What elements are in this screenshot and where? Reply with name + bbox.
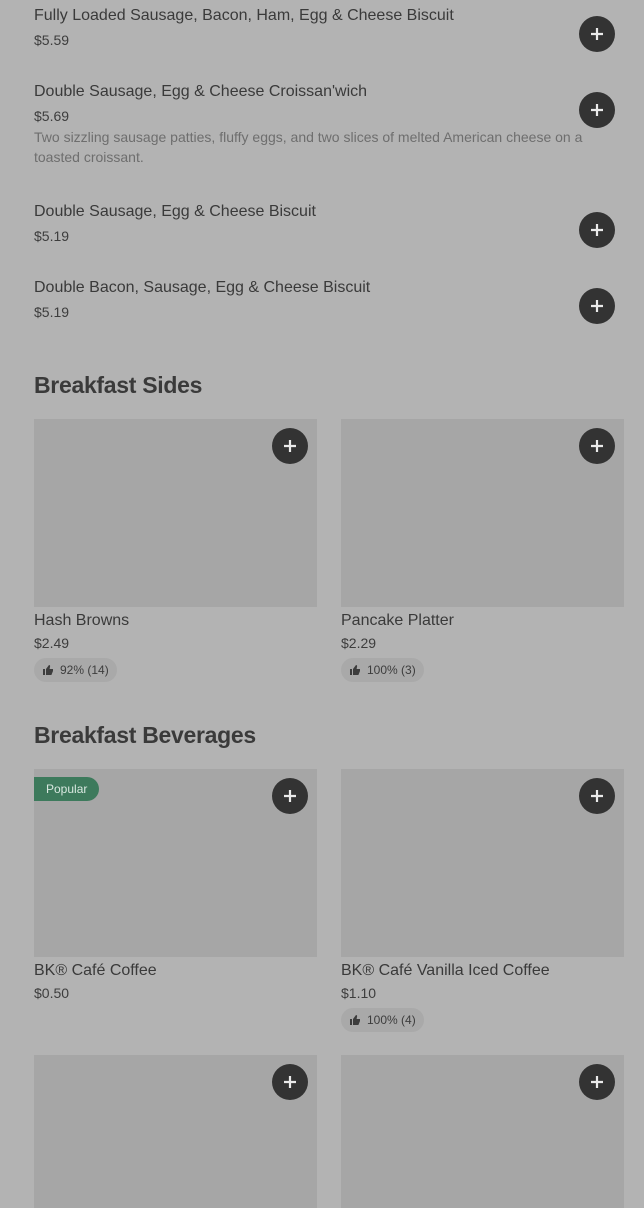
product-image: [341, 769, 624, 957]
rating-text: 100% (3): [367, 663, 416, 677]
product-image: [34, 1055, 317, 1208]
add-item-button[interactable]: [579, 212, 615, 248]
rating-badge: 100% (3): [341, 658, 424, 682]
thumbs-up-icon: [350, 665, 360, 675]
product-name: BK® Café Vanilla Iced Coffee: [341, 962, 550, 979]
add-item-button[interactable]: [272, 428, 308, 464]
item-price: $5.19: [34, 304, 70, 320]
product-card[interactable]: [341, 1055, 624, 1208]
item-name: Double Sausage, Egg & Cheese Croissan'wi…: [34, 83, 368, 100]
rating-badge: 100% (4): [341, 1008, 424, 1032]
section-title-breakfast-beverages: Breakfast Beverages: [34, 722, 256, 748]
add-item-button[interactable]: [272, 1064, 308, 1100]
section-title-breakfast-sides: Breakfast Sides: [34, 372, 203, 398]
plus-icon: [591, 224, 603, 236]
add-item-button[interactable]: [579, 92, 615, 128]
plus-icon: [591, 300, 603, 312]
item-name: Double Bacon, Sausage, Egg & Cheese Bisc…: [34, 279, 371, 296]
product-card-hash-browns[interactable]: Hash Browns $2.49 92% (14): [34, 419, 317, 682]
add-item-button[interactable]: [579, 288, 615, 324]
product-price: $2.29: [341, 635, 377, 651]
item-price: $5.69: [34, 108, 70, 124]
product-name: Hash Browns: [34, 612, 130, 629]
add-item-button[interactable]: [579, 16, 615, 52]
product-card[interactable]: [34, 1055, 317, 1208]
rating-badge: 92% (14): [34, 658, 117, 682]
thumbs-up-icon: [350, 1015, 360, 1025]
plus-icon: [591, 440, 603, 452]
menu-item[interactable]: Double Bacon, Sausage, Egg & Cheese Bisc…: [34, 278, 614, 321]
add-item-button[interactable]: [579, 778, 615, 814]
menu-item[interactable]: Double Sausage, Egg & Cheese Croissan'wi…: [34, 82, 614, 167]
item-description: Two sizzling sausage patties, fluffy egg…: [34, 129, 583, 165]
menu-item[interactable]: Fully Loaded Sausage, Bacon, Ham, Egg & …: [34, 6, 614, 49]
product-price: $2.49: [34, 635, 70, 651]
rating-text: 100% (4): [367, 1013, 416, 1027]
product-image: [34, 419, 317, 607]
add-item-button[interactable]: [579, 428, 615, 464]
item-name: Fully Loaded Sausage, Bacon, Ham, Egg & …: [34, 7, 454, 24]
thumbs-up-icon: [43, 665, 53, 675]
plus-icon: [591, 104, 603, 116]
menu-item[interactable]: Double Sausage, Egg & Cheese Biscuit $5.…: [34, 202, 614, 245]
product-name: BK® Café Coffee: [34, 962, 157, 979]
plus-icon: [591, 1076, 603, 1088]
item-price: $5.19: [34, 228, 70, 244]
product-card-pancake-platter[interactable]: Pancake Platter $2.29 100% (3): [341, 419, 624, 682]
rating-text: 92% (14): [60, 663, 109, 677]
product-name: Pancake Platter: [341, 612, 454, 629]
product-card-bk-cafe-vanilla-iced-coffee[interactable]: BK® Café Vanilla Iced Coffee $1.10 100% …: [341, 769, 624, 1032]
item-name: Double Sausage, Egg & Cheese Biscuit: [34, 203, 316, 220]
add-item-button[interactable]: [272, 778, 308, 814]
product-card-bk-cafe-coffee[interactable]: Popular BK® Café Coffee $0.50: [34, 769, 317, 1002]
plus-icon: [284, 790, 296, 802]
popular-badge: Popular: [34, 777, 100, 801]
plus-icon: [591, 28, 603, 40]
plus-icon: [591, 790, 603, 802]
product-image: [341, 419, 624, 607]
item-price: $5.59: [34, 32, 70, 48]
product-image: Popular: [34, 769, 317, 957]
product-image: [341, 1055, 624, 1208]
plus-icon: [284, 440, 296, 452]
plus-icon: [284, 1076, 296, 1088]
add-item-button[interactable]: [579, 1064, 615, 1100]
product-price: $1.10: [341, 985, 377, 1001]
product-price: $0.50: [34, 985, 70, 1001]
